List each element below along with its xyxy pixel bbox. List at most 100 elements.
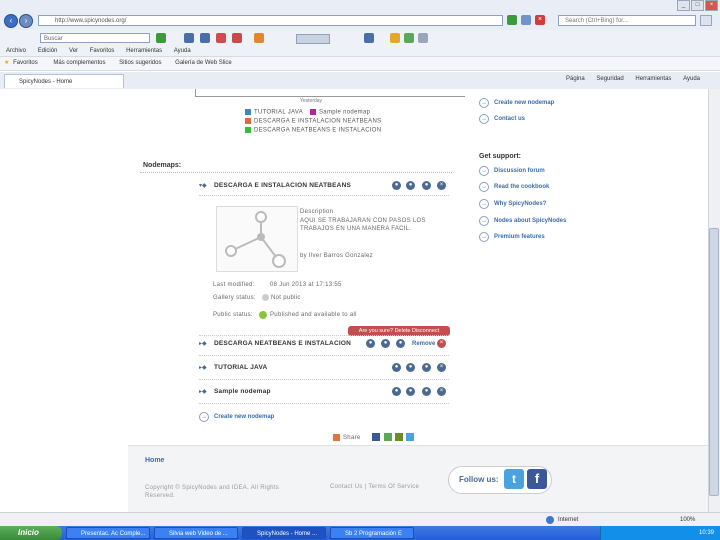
fav-item-webslice[interactable]: Galería de Web Slice xyxy=(175,60,232,66)
cmd-security[interactable]: Seguridad xyxy=(596,76,623,82)
view-icon[interactable]: ● xyxy=(392,387,401,396)
favorites-button[interactable]: Favoritos xyxy=(13,60,38,66)
legend-swatch xyxy=(310,109,316,115)
toolbar-icon-4[interactable] xyxy=(232,33,242,43)
toolbar-icon-7[interactable] xyxy=(404,33,414,43)
expand-icon[interactable]: ▸◆ xyxy=(199,364,209,371)
fav-item-suggested[interactable]: Sitios sugeridos xyxy=(119,60,161,66)
legend-swatch xyxy=(245,109,251,115)
arrow-icon: → xyxy=(479,182,489,192)
nodemap-title[interactable]: Sample nodemap xyxy=(214,388,271,395)
view-icon[interactable]: ● xyxy=(392,363,401,372)
menu-item-tools[interactable]: Herramientas xyxy=(126,48,162,54)
status-zone: Internet xyxy=(558,517,579,523)
create-nodemap-link[interactable]: Create new nodemap xyxy=(214,414,274,420)
minimize-icon[interactable]: _ xyxy=(677,0,690,11)
toolbar-icon-8[interactable] xyxy=(418,33,428,43)
cmd-page[interactable]: Página xyxy=(566,76,585,82)
search-icon[interactable] xyxy=(700,15,712,26)
nodemap-title[interactable]: TUTORIAL JAVA xyxy=(214,364,267,371)
facebook-icon[interactable]: f xyxy=(527,469,547,489)
go-icon[interactable] xyxy=(156,33,166,43)
share-icon-3[interactable] xyxy=(395,433,403,441)
link-icon[interactable]: ● xyxy=(422,181,431,190)
taskbar-item[interactable]: Sb 2 Programación E xyxy=(330,527,414,539)
remove-link[interactable]: Remove xyxy=(412,341,435,347)
toolbar-icon-1[interactable] xyxy=(184,33,194,43)
tab-spicynodes[interactable]: SpicyNodes - Home xyxy=(4,74,124,88)
footer-home-link[interactable]: Home xyxy=(145,457,164,464)
twitter-share-icon[interactable] xyxy=(406,433,414,441)
arrow-icon: → xyxy=(479,199,489,209)
view-icon[interactable]: ● xyxy=(366,339,375,348)
toolbar-dropdown[interactable] xyxy=(296,34,330,44)
twitter-icon[interactable]: t xyxy=(504,469,524,489)
back-icon[interactable]: ‹ xyxy=(4,14,18,28)
view-icon[interactable]: ● xyxy=(392,181,401,190)
toolbar-icon-6[interactable] xyxy=(390,33,400,43)
delete-icon[interactable]: × xyxy=(437,363,446,372)
edit-icon[interactable]: ● xyxy=(381,339,390,348)
share-icon-2[interactable] xyxy=(384,433,392,441)
close-icon[interactable]: × xyxy=(705,0,718,11)
sidebar-create-link[interactable]: Create new nodemap xyxy=(494,100,554,106)
edit-icon[interactable]: ● xyxy=(406,181,415,190)
link-icon[interactable]: ● xyxy=(422,387,431,396)
expand-icon[interactable]: ▸◆ xyxy=(199,340,209,347)
toolbar-icon-2[interactable] xyxy=(200,33,210,43)
expand-icon[interactable]: ▸◆ xyxy=(199,388,209,395)
share-icon[interactable] xyxy=(333,434,340,441)
zoom-level[interactable]: 100% xyxy=(680,513,695,527)
support-link[interactable]: Read the cookbook xyxy=(494,184,549,190)
author-text: by Ilver Barros Gonzalez xyxy=(300,253,373,259)
share-label[interactable]: Share xyxy=(343,435,361,441)
toolbar-icon-3[interactable] xyxy=(216,33,226,43)
globe-icon xyxy=(546,516,554,524)
search-input[interactable]: Search (Ctrl+Bing) for... xyxy=(558,15,696,26)
support-link[interactable]: Why SpicyNodes? xyxy=(494,201,546,207)
start-button[interactable]: Inicio xyxy=(0,526,62,540)
link-icon[interactable]: ● xyxy=(422,363,431,372)
toolbar-icon-5[interactable] xyxy=(364,33,374,43)
refresh-icon[interactable] xyxy=(507,15,517,25)
collapse-icon[interactable]: ▾◆ xyxy=(199,182,209,189)
menu-item-view[interactable]: Ver xyxy=(69,48,78,54)
taskbar-item[interactable]: Presentac. Ac Comple... xyxy=(66,527,150,539)
edit-icon[interactable]: ● xyxy=(406,387,415,396)
scrollbar-thumb[interactable] xyxy=(709,228,719,496)
menu-item-file[interactable]: Archivo xyxy=(6,48,26,54)
delete-icon[interactable]: × xyxy=(437,387,446,396)
nodemap-title[interactable]: DESCARGA NEATBEANS E INSTALACION xyxy=(214,340,351,347)
nodemap-thumbnail[interactable] xyxy=(216,206,298,272)
footer-links[interactable]: Contact Us | Terms Of Service xyxy=(330,484,419,490)
delete-icon[interactable]: × xyxy=(437,339,446,348)
cmd-help[interactable]: Ayuda xyxy=(683,76,700,82)
sidebar-contact-link[interactable]: Contact us xyxy=(494,116,525,122)
stop-icon[interactable]: × xyxy=(535,15,545,25)
nodemap-title[interactable]: DESCARGA E INSTALACION NEATBEANS xyxy=(214,182,351,189)
toolbar-search-input[interactable]: Buscar xyxy=(40,33,150,43)
maximize-icon[interactable]: □ xyxy=(691,0,704,11)
menu-item-help[interactable]: Ayuda xyxy=(174,48,191,54)
legend-swatch xyxy=(245,127,251,133)
forward-icon[interactable]: › xyxy=(19,14,33,28)
menu-item-favorites[interactable]: Favoritos xyxy=(90,48,115,54)
delete-icon[interactable]: × xyxy=(437,181,446,190)
star-icon[interactable] xyxy=(254,33,264,43)
legend-item: TUTORIAL JAVA xyxy=(245,109,303,116)
link-icon[interactable]: ● xyxy=(396,339,405,348)
support-link[interactable]: Discussion forum xyxy=(494,168,545,174)
support-link[interactable]: Nodes about SpicyNodes xyxy=(494,218,566,224)
taskbar-item-active[interactable]: SpicyNodes - Home ... xyxy=(242,527,326,539)
fav-item-addons[interactable]: Más complementos xyxy=(53,60,105,66)
edit-icon[interactable]: ● xyxy=(406,363,415,372)
compat-icon[interactable] xyxy=(521,15,531,25)
taskbar-item[interactable]: Silvia web Video de ... xyxy=(154,527,238,539)
address-input[interactable]: http://www.spicynodes.org/ xyxy=(38,15,503,26)
cmd-tools[interactable]: Herramientas xyxy=(635,76,671,82)
facebook-share-icon[interactable] xyxy=(372,433,380,441)
copyright-text: Copyright © SpicyNodes and IDEA. All Rig… xyxy=(145,485,280,499)
menu-item-edit[interactable]: Edición xyxy=(38,48,58,54)
gallery-status-value: Not public xyxy=(271,295,301,301)
support-link[interactable]: Premium features xyxy=(494,234,545,240)
